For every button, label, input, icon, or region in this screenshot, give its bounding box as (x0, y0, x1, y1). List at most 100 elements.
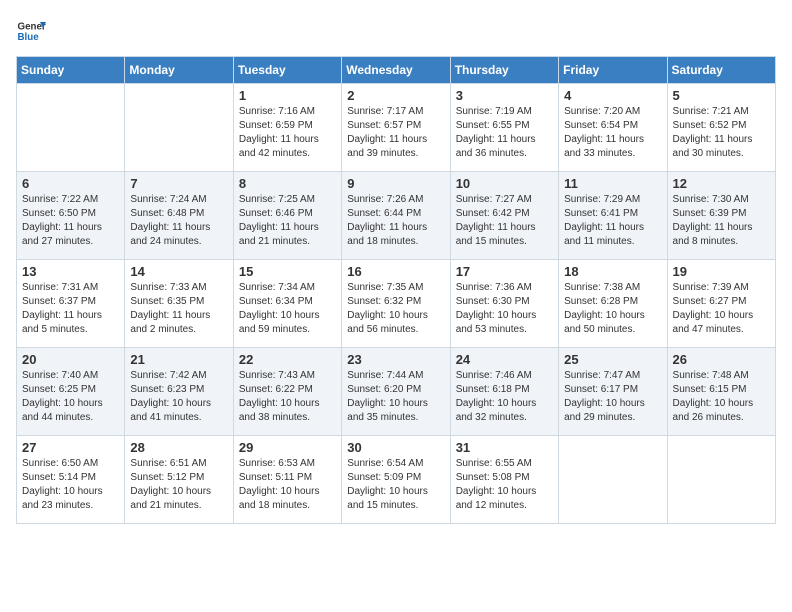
calendar-cell: 27 Sunrise: 6:50 AM Sunset: 5:14 PM Dayli… (17, 436, 125, 524)
calendar-cell (667, 436, 775, 524)
day-info: Sunrise: 7:40 AM Sunset: 6:25 PM Dayligh… (22, 369, 119, 425)
day-info: Sunrise: 7:20 AM Sunset: 6:54 PM Dayligh… (564, 105, 661, 161)
calendar-cell: 31 Sunrise: 6:55 AM Sunset: 5:08 PM Dayli… (450, 436, 558, 524)
day-info: Sunrise: 7:31 AM Sunset: 6:37 PM Dayligh… (22, 281, 119, 337)
calendar-cell: 10 Sunrise: 7:27 AM Sunset: 6:42 PM Dayli… (450, 172, 558, 260)
day-number: 20 (22, 352, 119, 367)
day-info: Sunrise: 7:44 AM Sunset: 6:20 PM Dayligh… (347, 369, 444, 425)
day-info: Sunrise: 7:34 AM Sunset: 6:34 PM Dayligh… (239, 281, 336, 337)
day-number: 13 (22, 264, 119, 279)
day-info: Sunrise: 7:27 AM Sunset: 6:42 PM Dayligh… (456, 193, 553, 249)
calendar-cell: 29 Sunrise: 6:53 AM Sunset: 5:11 PM Dayli… (233, 436, 341, 524)
calendar-cell: 22 Sunrise: 7:43 AM Sunset: 6:22 PM Dayli… (233, 348, 341, 436)
calendar-table: SundayMondayTuesdayWednesdayThursdayFrid… (16, 56, 776, 524)
calendar-cell (17, 84, 125, 172)
day-number: 22 (239, 352, 336, 367)
day-number: 27 (22, 440, 119, 455)
calendar-cell: 28Sunrise: 6:51 AM Sunset: 5:12 PM Dayli… (125, 436, 233, 524)
calendar-cell (559, 436, 667, 524)
calendar-cell: 15 Sunrise: 7:34 AM Sunset: 6:34 PM Dayli… (233, 260, 341, 348)
day-info: Sunrise: 7:36 AM Sunset: 6:30 PM Dayligh… (456, 281, 553, 337)
calendar-cell (125, 84, 233, 172)
day-number: 1 (239, 88, 336, 103)
day-info: Sunrise: 6:51 AM Sunset: 5:12 PM Dayligh… (130, 457, 227, 513)
logo-icon: General Blue (16, 16, 46, 46)
day-number: 25 (564, 352, 661, 367)
day-info: Sunrise: 7:46 AM Sunset: 6:18 PM Dayligh… (456, 369, 553, 425)
day-info: Sunrise: 7:35 AM Sunset: 6:32 PM Dayligh… (347, 281, 444, 337)
day-number: 15 (239, 264, 336, 279)
day-info: Sunrise: 7:39 AM Sunset: 6:27 PM Dayligh… (673, 281, 770, 337)
calendar-cell: 26 Sunrise: 7:48 AM Sunset: 6:15 PM Dayli… (667, 348, 775, 436)
day-number: 3 (456, 88, 553, 103)
calendar-cell: 24 Sunrise: 7:46 AM Sunset: 6:18 PM Dayli… (450, 348, 558, 436)
day-info: Sunrise: 7:42 AM Sunset: 6:23 PM Dayligh… (130, 369, 227, 425)
day-info: Sunrise: 7:21 AM Sunset: 6:52 PM Dayligh… (673, 105, 770, 161)
calendar-cell: 18 Sunrise: 7:38 AM Sunset: 6:28 PM Dayli… (559, 260, 667, 348)
calendar-cell: 5 Sunrise: 7:21 AM Sunset: 6:52 PM Daylig… (667, 84, 775, 172)
calendar-cell: 8 Sunrise: 7:25 AM Sunset: 6:46 PM Daylig… (233, 172, 341, 260)
day-number: 5 (673, 88, 770, 103)
day-number: 29 (239, 440, 336, 455)
day-number: 18 (564, 264, 661, 279)
day-header-sunday: Sunday (17, 57, 125, 84)
day-number: 21 (130, 352, 227, 367)
day-number: 10 (456, 176, 553, 191)
day-info: Sunrise: 7:29 AM Sunset: 6:41 PM Dayligh… (564, 193, 661, 249)
day-info: Sunrise: 7:43 AM Sunset: 6:22 PM Dayligh… (239, 369, 336, 425)
day-number: 24 (456, 352, 553, 367)
day-info: Sunrise: 7:24 AM Sunset: 6:48 PM Dayligh… (130, 193, 227, 249)
day-number: 7 (130, 176, 227, 191)
calendar-cell: 25 Sunrise: 7:47 AM Sunset: 6:17 PM Dayli… (559, 348, 667, 436)
day-info: Sunrise: 7:26 AM Sunset: 6:44 PM Dayligh… (347, 193, 444, 249)
day-number: 23 (347, 352, 444, 367)
calendar-cell: 12 Sunrise: 7:30 AM Sunset: 6:39 PM Dayli… (667, 172, 775, 260)
page-header: General Blue (16, 16, 776, 46)
day-info: Sunrise: 7:22 AM Sunset: 6:50 PM Dayligh… (22, 193, 119, 249)
day-info: Sunrise: 7:25 AM Sunset: 6:46 PM Dayligh… (239, 193, 336, 249)
day-number: 26 (673, 352, 770, 367)
day-info: Sunrise: 7:30 AM Sunset: 6:39 PM Dayligh… (673, 193, 770, 249)
day-number: 4 (564, 88, 661, 103)
day-info: Sunrise: 7:38 AM Sunset: 6:28 PM Dayligh… (564, 281, 661, 337)
day-number: 9 (347, 176, 444, 191)
calendar-cell: 1Sunrise: 7:16 AM Sunset: 6:59 PM Daylig… (233, 84, 341, 172)
day-number: 16 (347, 264, 444, 279)
calendar-cell: 9 Sunrise: 7:26 AM Sunset: 6:44 PM Daylig… (342, 172, 450, 260)
calendar-cell: 3 Sunrise: 7:19 AM Sunset: 6:55 PM Daylig… (450, 84, 558, 172)
day-number: 11 (564, 176, 661, 191)
day-number: 30 (347, 440, 444, 455)
day-number: 2 (347, 88, 444, 103)
day-header-friday: Friday (559, 57, 667, 84)
day-number: 31 (456, 440, 553, 455)
day-info: Sunrise: 7:19 AM Sunset: 6:55 PM Dayligh… (456, 105, 553, 161)
day-header-saturday: Saturday (667, 57, 775, 84)
day-info: Sunrise: 6:54 AM Sunset: 5:09 PM Dayligh… (347, 457, 444, 513)
day-number: 8 (239, 176, 336, 191)
day-info: Sunrise: 7:47 AM Sunset: 6:17 PM Dayligh… (564, 369, 661, 425)
calendar-cell: 30 Sunrise: 6:54 AM Sunset: 5:09 PM Dayli… (342, 436, 450, 524)
calendar-cell: 4 Sunrise: 7:20 AM Sunset: 6:54 PM Daylig… (559, 84, 667, 172)
day-info: Sunrise: 7:17 AM Sunset: 6:57 PM Dayligh… (347, 105, 444, 161)
calendar-cell: 19 Sunrise: 7:39 AM Sunset: 6:27 PM Dayli… (667, 260, 775, 348)
day-header-thursday: Thursday (450, 57, 558, 84)
day-number: 14 (130, 264, 227, 279)
day-info: Sunrise: 6:50 AM Sunset: 5:14 PM Dayligh… (22, 457, 119, 513)
calendar-cell: 11 Sunrise: 7:29 AM Sunset: 6:41 PM Dayli… (559, 172, 667, 260)
calendar-cell: 2 Sunrise: 7:17 AM Sunset: 6:57 PM Daylig… (342, 84, 450, 172)
day-number: 12 (673, 176, 770, 191)
logo: General Blue (16, 16, 46, 46)
calendar-cell: 7 Sunrise: 7:24 AM Sunset: 6:48 PM Daylig… (125, 172, 233, 260)
day-info: Sunrise: 6:53 AM Sunset: 5:11 PM Dayligh… (239, 457, 336, 513)
calendar-cell: 16 Sunrise: 7:35 AM Sunset: 6:32 PM Dayli… (342, 260, 450, 348)
day-info: Sunrise: 7:48 AM Sunset: 6:15 PM Dayligh… (673, 369, 770, 425)
day-number: 17 (456, 264, 553, 279)
day-header-tuesday: Tuesday (233, 57, 341, 84)
calendar-cell: 13 Sunrise: 7:31 AM Sunset: 6:37 PM Dayli… (17, 260, 125, 348)
calendar-cell: 23 Sunrise: 7:44 AM Sunset: 6:20 PM Dayli… (342, 348, 450, 436)
calendar-cell: 6 Sunrise: 7:22 AM Sunset: 6:50 PM Daylig… (17, 172, 125, 260)
day-info: Sunrise: 6:55 AM Sunset: 5:08 PM Dayligh… (456, 457, 553, 513)
day-number: 6 (22, 176, 119, 191)
svg-text:Blue: Blue (18, 32, 40, 43)
day-number: 19 (673, 264, 770, 279)
